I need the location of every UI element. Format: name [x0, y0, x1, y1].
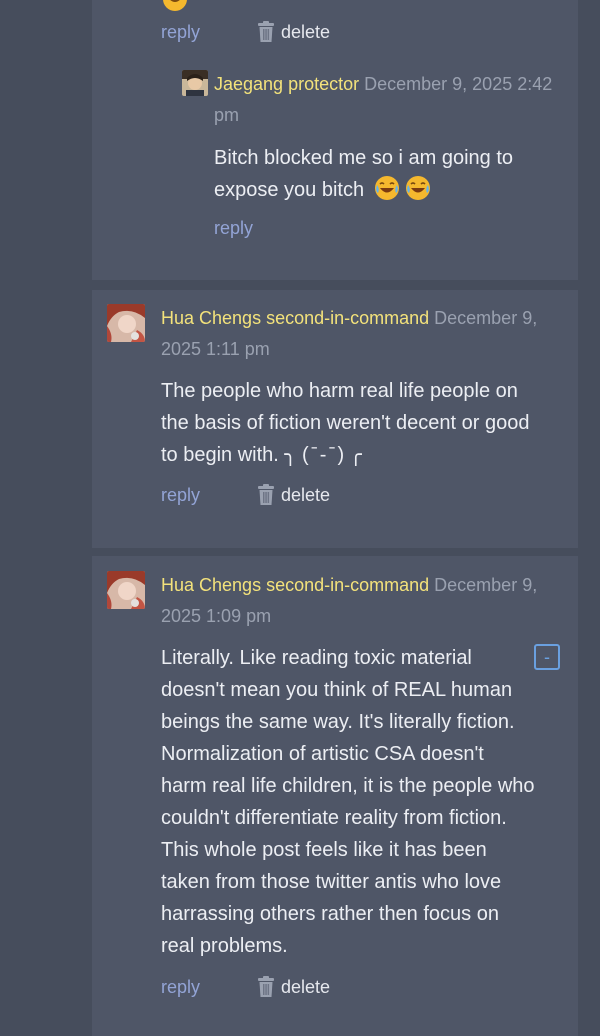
reply-link[interactable]: reply: [161, 977, 200, 998]
timestamp: December 9,: [434, 308, 538, 328]
reply-link[interactable]: reply: [214, 218, 253, 239]
timestamp: December 9, 2025 2:42: [364, 74, 553, 94]
comment-text-line: taken from those twitter antis who love: [161, 871, 502, 893]
comment-text-line: beings the same way. It's literally fict…: [161, 711, 515, 733]
comment-text-line: The people who harm real life people on: [161, 380, 518, 402]
comment-text-line: couldn't differentiate reality from fict…: [161, 807, 507, 829]
comment-header: Hua Chengs second-in-command December 9,: [161, 570, 561, 601]
trash-icon: [258, 976, 274, 997]
trash-icon: [258, 21, 274, 42]
emoji-icon: [163, 0, 187, 11]
comment-text-line: expose you bitch: [214, 179, 365, 201]
delete-button[interactable]: delete: [257, 484, 330, 506]
timestamp: December 9,: [434, 575, 538, 595]
timestamp-cont: pm: [214, 105, 240, 125]
delete-label: delete: [281, 21, 331, 42]
comment-header: Jaegang protector December 9, 2025 2:42: [214, 69, 564, 100]
author-link[interactable]: Hua Chengs second-in-command: [161, 575, 429, 595]
comment-text-line: Literally. Like reading toxic material: [161, 647, 472, 669]
comment-text-line: harm real life children, it is the peopl…: [161, 775, 535, 797]
comment-text-line: real problems.: [161, 935, 288, 957]
comment-header-cont: pm: [214, 100, 239, 131]
timestamp-cont: 2025 1:11 pm: [161, 339, 270, 359]
comment-actions: reply: [214, 213, 253, 243]
author-link[interactable]: Jaegang protector: [214, 74, 359, 94]
avatar[interactable]: [182, 70, 208, 96]
comment-body: The people who harm real life people on …: [161, 375, 571, 471]
author-link[interactable]: Hua Chengs second-in-command: [161, 308, 429, 328]
comment-header-cont: 2025 1:11 pm: [161, 334, 270, 365]
delete-label: delete: [281, 484, 331, 505]
delete-button[interactable]: delete: [257, 21, 330, 43]
reply-link[interactable]: reply: [161, 485, 200, 506]
laughing-crying-emoji-icon: [406, 176, 431, 200]
avatar-image-icon: [182, 70, 208, 96]
avatar-image-icon: [107, 304, 145, 342]
comment-header: Hua Chengs second-in-command December 9,: [161, 303, 561, 334]
comment-header-cont: 2025 1:09 pm: [161, 601, 271, 632]
comment-actions: reply delete: [161, 972, 330, 1002]
comment-actions: reply delete: [161, 17, 330, 47]
comment-text-line: This whole post feels like it has been: [161, 839, 487, 861]
comment-text-line: harrassing others rather then focus on: [161, 903, 499, 925]
delete-button[interactable]: delete: [257, 976, 330, 998]
laughing-crying-emoji-icon: [374, 176, 399, 200]
delete-label: delete: [281, 976, 331, 997]
comment-text-line: the basis of fiction weren't decent or g…: [161, 412, 530, 434]
reply-link[interactable]: reply: [161, 22, 200, 43]
comment-text-line: doesn't mean you think of REAL human: [161, 679, 513, 701]
comment-body: Literally. Like reading toxic material d…: [161, 642, 576, 962]
timestamp-cont: 2025 1:09 pm: [161, 606, 272, 626]
comment-text-line: Normalization of artistic CSA doesn't: [161, 743, 484, 765]
comment-text-line: to begin with. ╮ ( ̄ - ̄ ) ╭: [161, 444, 362, 466]
comment-body: Bitch blocked me so i am going to expose…: [214, 142, 564, 206]
avatar[interactable]: [107, 304, 145, 342]
avatar[interactable]: [107, 571, 145, 609]
avatar-image-icon: [107, 571, 145, 609]
comment-text-line-with-emoji: expose you bitch: [214, 174, 564, 206]
comment-text-line: Bitch blocked me so i am going to: [214, 147, 514, 169]
trash-icon: [258, 484, 274, 505]
comment-actions: reply delete: [161, 480, 330, 510]
